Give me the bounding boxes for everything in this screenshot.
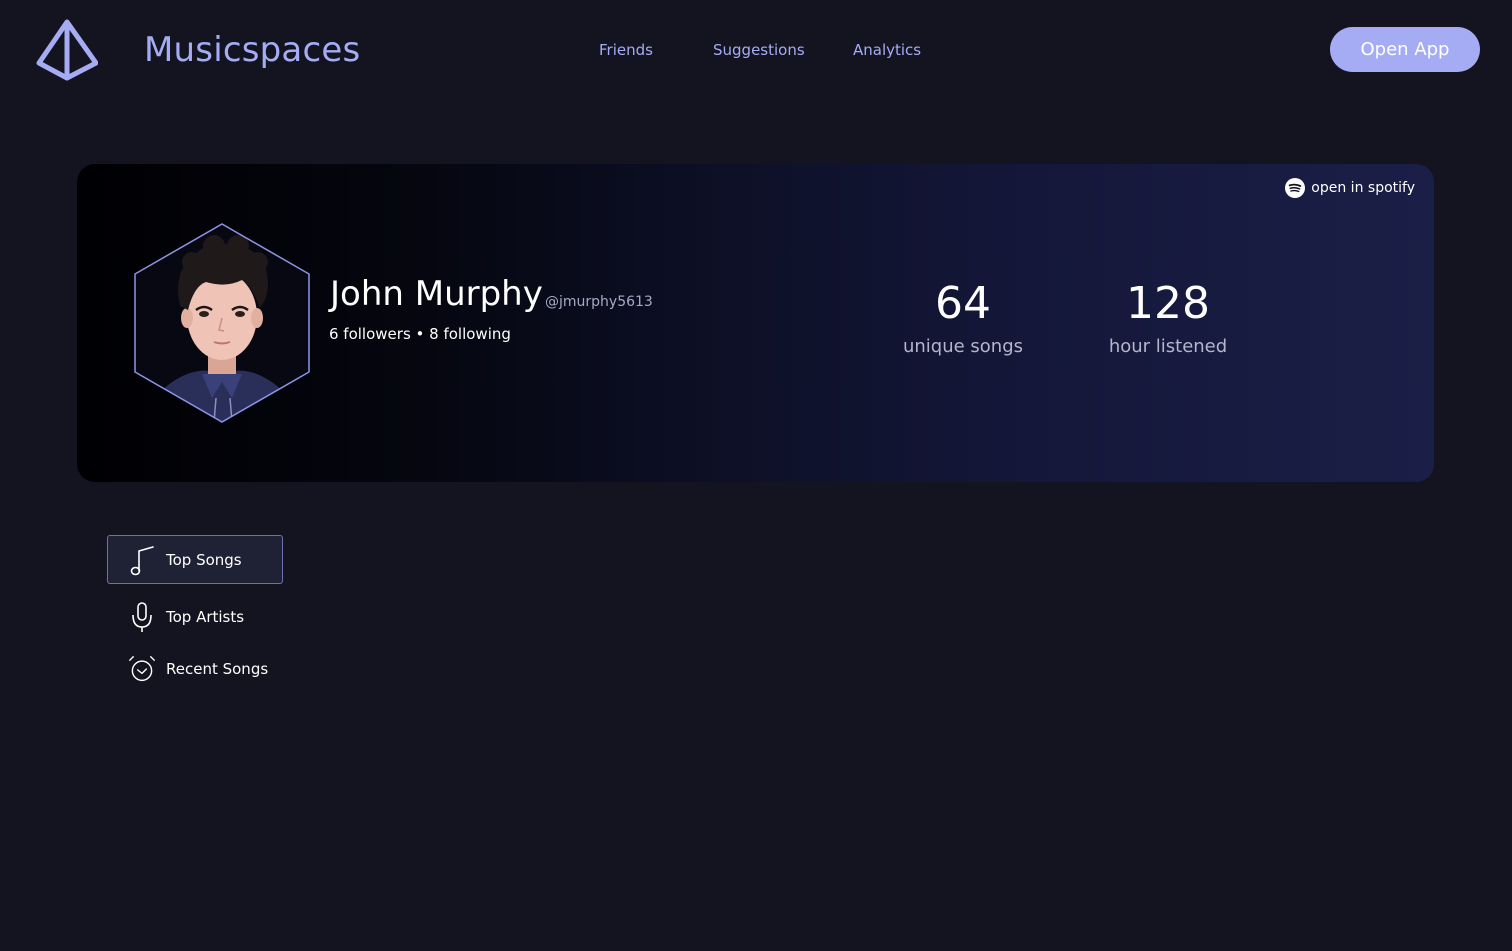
open-app-button[interactable]: Open App xyxy=(1330,27,1480,72)
menu-item-top-songs[interactable]: Top Songs xyxy=(107,535,283,584)
open-in-spotify-link[interactable]: open in spotify xyxy=(1285,178,1415,198)
alarm-clock-icon xyxy=(129,655,155,681)
page: Musicspaces Friends Suggestions Analytic… xyxy=(0,0,1512,951)
avatar xyxy=(134,223,310,423)
menu-item-label: Top Artists xyxy=(166,607,245,626)
nav-friends[interactable]: Friends xyxy=(599,41,653,59)
nav-suggestions[interactable]: Suggestions xyxy=(713,41,805,59)
profile-handle: @jmurphy5613 xyxy=(545,294,653,310)
stat-value: 64 xyxy=(935,278,991,329)
stat-hours-listened: 128 hour listened xyxy=(1078,278,1258,358)
profile-card: open in spotify John Murphy @jmurphy5613… xyxy=(77,164,1434,482)
open-in-spotify-label: open in spotify xyxy=(1311,180,1415,196)
profile-name: John Murphy xyxy=(330,274,543,314)
stat-label: unique songs xyxy=(902,336,1024,357)
menu-item-recent-songs[interactable]: Recent Songs xyxy=(107,644,283,693)
logo-icon[interactable] xyxy=(36,19,98,81)
stat-label: hour listened xyxy=(1108,336,1228,357)
stat-value: 128 xyxy=(1126,278,1210,329)
music-note-icon xyxy=(130,545,154,575)
nav-analytics[interactable]: Analytics xyxy=(853,41,921,59)
follow-counts[interactable]: 6 followers • 8 following xyxy=(329,325,511,343)
microphone-icon xyxy=(132,601,152,632)
spotify-icon xyxy=(1285,178,1306,198)
menu-item-label: Recent Songs xyxy=(166,659,269,678)
stat-unique-songs: 64 unique songs xyxy=(873,278,1053,358)
menu-item-label: Top Songs xyxy=(166,550,242,569)
menu-item-top-artists[interactable]: Top Artists xyxy=(107,592,283,641)
brand-name[interactable]: Musicspaces xyxy=(144,30,360,70)
